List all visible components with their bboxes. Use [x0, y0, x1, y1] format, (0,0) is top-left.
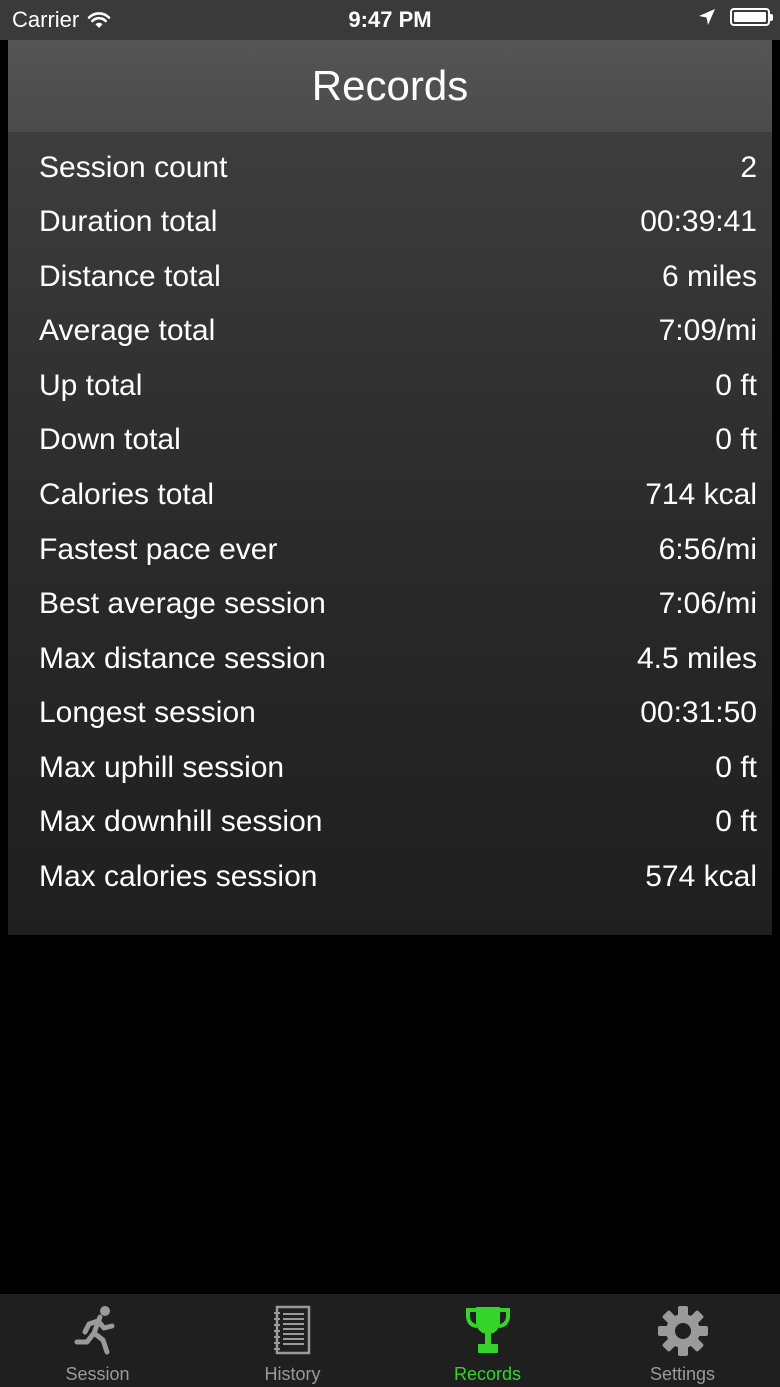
tab-bar: Session History Records Settings	[0, 1294, 780, 1387]
record-value: 00:39:41	[640, 205, 757, 238]
record-row-max-calories-session: Max calories session 574 kcal	[39, 850, 757, 904]
tab-session[interactable]: Session	[0, 1294, 195, 1387]
record-label: Up total	[39, 369, 143, 402]
record-label: Calories total	[39, 478, 215, 511]
gear-icon	[657, 1306, 708, 1356]
record-row-max-downhill-session: Max downhill session 0 ft	[39, 795, 757, 849]
status-bar: Carrier 9:47 PM	[0, 0, 780, 40]
record-value: 7:09/mi	[658, 314, 757, 347]
record-value: 00:31:50	[640, 696, 757, 729]
record-label: Max calories session	[39, 860, 318, 893]
record-row-max-uphill-session: Max uphill session 0 ft	[39, 741, 757, 795]
record-label: Average total	[39, 314, 216, 347]
status-time: 9:47 PM	[348, 7, 432, 32]
record-label: Longest session	[39, 696, 256, 729]
record-value: 0 ft	[715, 369, 757, 402]
record-label: Session count	[39, 151, 228, 184]
record-label: Max distance session	[39, 642, 326, 675]
runner-icon	[74, 1306, 114, 1355]
tab-label: Records	[453, 1364, 522, 1384]
record-label: Down total	[39, 423, 181, 456]
record-row-calories-total: Calories total 714 kcal	[39, 468, 757, 522]
record-label: Max uphill session	[39, 751, 285, 784]
record-row-duration-total: Duration total 00:39:41	[39, 195, 757, 249]
record-label: Max downhill session	[39, 805, 323, 838]
record-value: 7:06/mi	[658, 587, 757, 620]
record-value: 574 kcal	[645, 860, 757, 893]
record-label: Duration total	[39, 205, 218, 238]
record-row-down-total: Down total 0 ft	[39, 413, 757, 467]
record-row-fastest-pace: Fastest pace ever 6:56/mi	[39, 523, 757, 577]
record-value: 0 ft	[715, 805, 757, 838]
record-value: 0 ft	[715, 751, 757, 784]
record-value: 0 ft	[715, 423, 757, 456]
notebook-icon	[273, 1305, 310, 1355]
record-row-up-total: Up total 0 ft	[39, 359, 757, 413]
tab-records[interactable]: Records	[390, 1294, 585, 1387]
tab-history[interactable]: History	[195, 1294, 390, 1387]
location-arrow-icon	[699, 9, 715, 25]
tab-label: Settings	[649, 1364, 716, 1384]
record-label: Best average session	[39, 587, 326, 620]
tab-settings[interactable]: Settings	[585, 1294, 780, 1387]
record-row-session-count: Session count 2	[39, 141, 757, 195]
record-row-average-total: Average total 7:09/mi	[39, 304, 757, 358]
record-value: 2	[740, 151, 757, 184]
record-row-max-distance-session: Max distance session 4.5 miles	[39, 632, 757, 686]
record-value: 6 miles	[661, 260, 757, 293]
record-row-distance-total: Distance total 6 miles	[39, 250, 757, 304]
record-value: 4.5 miles	[636, 642, 757, 675]
record-value: 714 kcal	[645, 478, 757, 511]
trophy-icon	[465, 1307, 510, 1353]
record-label: Distance total	[39, 260, 221, 293]
record-row-best-average-session: Best average session 7:06/mi	[39, 577, 757, 631]
record-label: Fastest pace ever	[39, 533, 278, 566]
record-row-longest-session: Longest session 00:31:50	[39, 686, 757, 740]
page-title: Records	[8, 40, 772, 132]
battery-icon	[730, 8, 773, 26]
tab-label: History	[264, 1364, 321, 1384]
tab-label: Session	[65, 1364, 130, 1384]
status-right	[698, 8, 773, 26]
records-list: Session count 2 Duration total 00:39:41 …	[8, 132, 772, 935]
record-value: 6:56/mi	[658, 533, 757, 566]
